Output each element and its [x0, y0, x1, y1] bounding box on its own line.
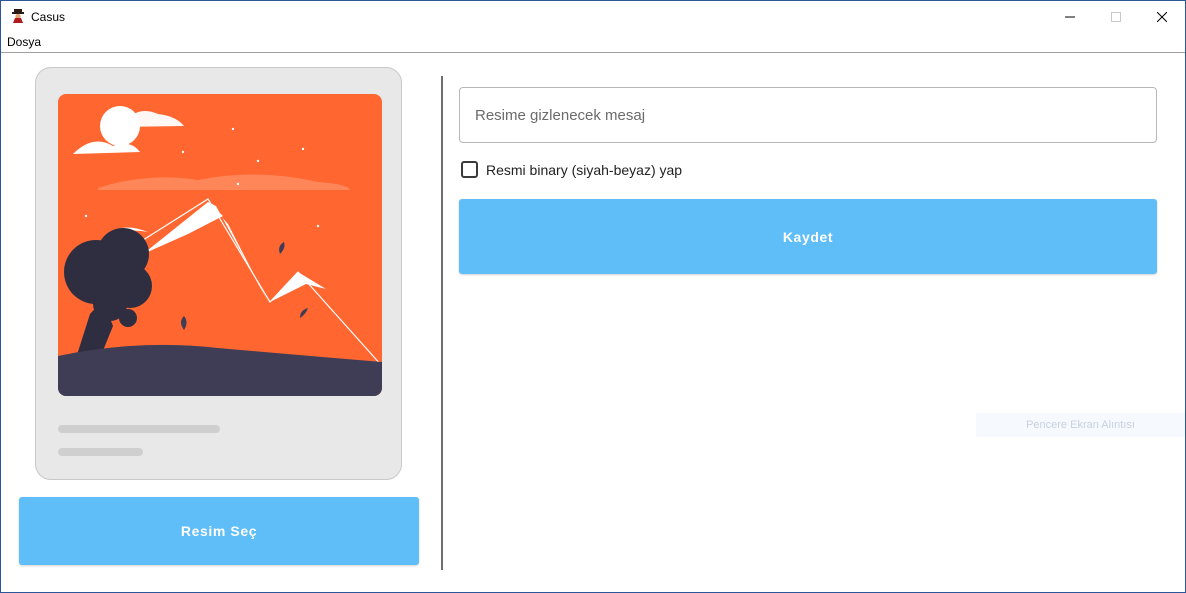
window-title: Casus	[31, 10, 66, 24]
vertical-divider	[441, 76, 443, 570]
image-placeholder-illustration	[58, 94, 382, 396]
activation-overlay: Pencere Ekran Alıntısı	[976, 413, 1185, 437]
binary-checkbox[interactable]	[461, 161, 478, 178]
save-button[interactable]: Kaydet	[459, 199, 1157, 274]
skeleton-line	[58, 425, 220, 433]
minimize-button[interactable]	[1047, 1, 1093, 32]
message-input[interactable]	[459, 87, 1157, 143]
title-bar[interactable]: Casus	[1, 1, 1185, 32]
skeleton-line-short	[58, 448, 143, 456]
image-preview-card	[35, 67, 402, 480]
maximize-icon	[1111, 11, 1121, 22]
spy-app-icon	[12, 9, 24, 23]
menu-bar: Dosya	[1, 32, 1185, 53]
close-button[interactable]	[1139, 1, 1185, 32]
maximize-button[interactable]	[1093, 1, 1139, 32]
app-window: Casus Dosya Resim Seç Resime gizlenecek …	[0, 0, 1186, 593]
menu-dosya[interactable]: Dosya	[7, 35, 41, 49]
select-image-button[interactable]: Resim Seç	[19, 497, 419, 565]
binary-checkbox-label[interactable]: Resmi binary (siyah-beyaz) yap	[486, 162, 682, 178]
close-icon	[1157, 11, 1167, 22]
minimize-icon	[1065, 16, 1075, 17]
